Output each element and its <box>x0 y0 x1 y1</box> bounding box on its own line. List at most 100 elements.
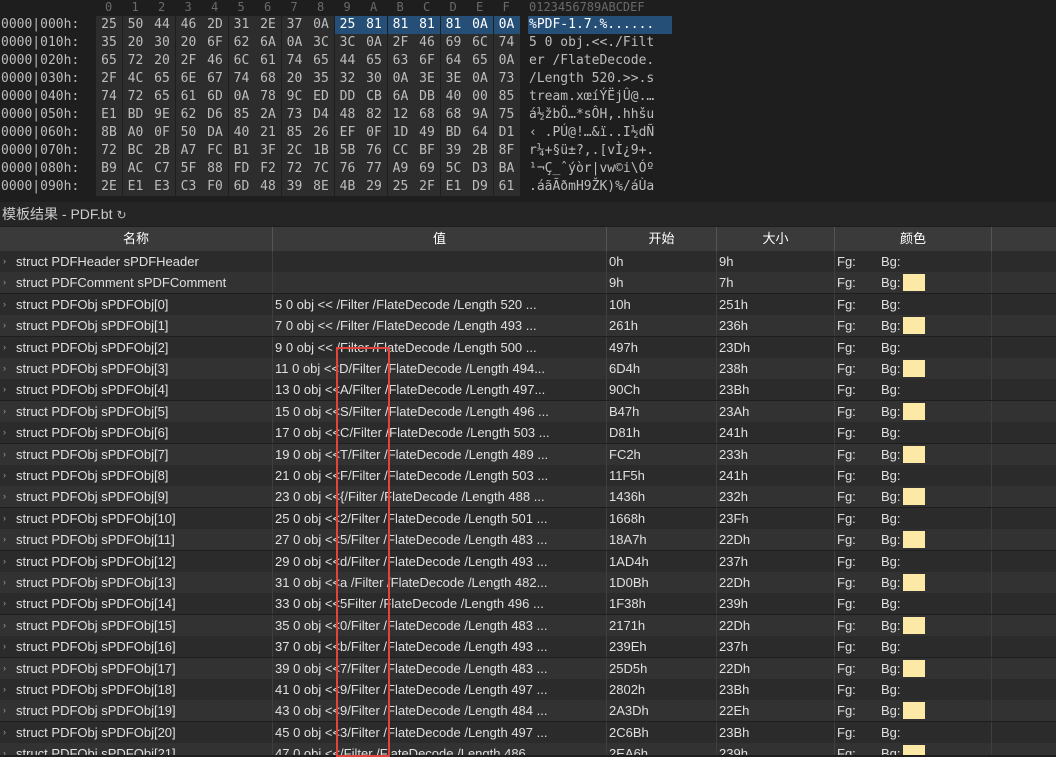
hex-byte[interactable]: 2F <box>96 70 122 88</box>
table-row[interactable]: › struct PDFObj sPDFObj[3] 11 0 obj <<D/Fi… <box>0 358 1056 379</box>
hex-byte[interactable]: 76 <box>361 142 387 160</box>
bg-color-swatch[interactable] <box>903 360 925 377</box>
hex-byte[interactable]: 85 <box>281 124 308 142</box>
hex-byte[interactable]: ED <box>308 88 334 106</box>
hex-byte[interactable]: 30 <box>149 34 175 52</box>
hex-byte[interactable]: D3 <box>467 160 493 178</box>
hex-byte[interactable]: 29 <box>361 178 387 196</box>
hex-byte[interactable]: 0A <box>493 16 520 34</box>
hex-byte[interactable]: 3F <box>255 142 281 160</box>
hex-byte[interactable]: 0A <box>467 16 493 34</box>
hex-byte[interactable]: C7 <box>149 160 175 178</box>
hex-byte[interactable]: 72 <box>96 142 122 160</box>
hex-byte[interactable]: 6E <box>175 70 202 88</box>
bg-color-swatch[interactable] <box>903 317 925 335</box>
hex-byte[interactable]: AC <box>122 160 149 178</box>
hex-byte[interactable]: 78 <box>255 88 281 106</box>
hex-byte[interactable]: 9C <box>281 88 308 106</box>
bg-color-swatch[interactable] <box>903 659 925 677</box>
hex-byte[interactable]: 61 <box>493 178 520 196</box>
hex-byte[interactable]: 3E <box>414 70 440 88</box>
hex-byte[interactable]: 64 <box>440 52 467 70</box>
results-table[interactable]: › struct PDFHeader sPDFHeader 0h 9h Fg: Bg: › s… <box>0 251 1056 755</box>
hex-byte[interactable]: D4 <box>308 106 334 124</box>
hex-byte[interactable]: E1 <box>122 178 149 196</box>
hex-byte[interactable]: 3C <box>308 34 334 52</box>
hex-byte[interactable]: 44 <box>334 52 361 70</box>
hex-byte[interactable]: 46 <box>202 52 228 70</box>
hex-byte[interactable]: 00 <box>467 88 493 106</box>
hex-byte[interactable]: 2E <box>255 16 281 34</box>
hex-byte[interactable]: 20 <box>122 34 149 52</box>
hex-byte[interactable]: 39 <box>281 178 308 196</box>
hex-byte[interactable]: 63 <box>387 52 414 70</box>
hex-byte[interactable]: 72 <box>122 88 149 106</box>
hex-byte[interactable]: CB <box>361 88 387 106</box>
hex-byte[interactable]: 0F <box>361 124 387 142</box>
hex-byte[interactable]: 81 <box>387 16 414 34</box>
hex-byte[interactable]: FC <box>202 142 228 160</box>
hex-byte[interactable]: 6D <box>202 88 228 106</box>
hex-byte[interactable]: BF <box>414 142 440 160</box>
table-row[interactable]: › struct PDFComment sPDFComment 9h 7h Fg: Bg: <box>0 272 1056 294</box>
hex-byte[interactable]: 0A <box>387 70 414 88</box>
table-row[interactable]: › struct PDFHeader sPDFHeader 0h 9h Fg: Bg: <box>0 251 1056 272</box>
hex-byte[interactable]: C3 <box>175 178 202 196</box>
hex-byte[interactable]: 0A <box>467 70 493 88</box>
hex-byte[interactable]: 76 <box>334 160 361 178</box>
hex-byte[interactable]: 0A <box>493 52 520 70</box>
hex-byte[interactable]: E3 <box>149 178 175 196</box>
hex-byte[interactable]: 50 <box>175 124 202 142</box>
hex-byte[interactable]: 2D <box>202 16 228 34</box>
hex-byte[interactable]: 2E <box>96 178 122 196</box>
hex-byte[interactable]: A9 <box>387 160 414 178</box>
hex-byte[interactable]: 0A <box>361 34 387 52</box>
hex-byte[interactable]: 67 <box>202 70 228 88</box>
hex-byte[interactable]: 73 <box>493 70 520 88</box>
table-row[interactable]: › struct PDFObj sPDFObj[12] 29 0 obj <<d/F… <box>0 550 1056 572</box>
hex-byte[interactable]: 30 <box>361 70 387 88</box>
hex-byte[interactable]: A7 <box>175 142 202 160</box>
column-header-value[interactable]: 值 <box>273 227 607 251</box>
hex-byte[interactable]: 35 <box>308 70 334 88</box>
hex-byte[interactable]: BA <box>493 160 520 178</box>
hex-byte[interactable]: 74 <box>228 70 255 88</box>
hex-byte[interactable]: 69 <box>414 160 440 178</box>
hex-byte[interactable]: A0 <box>122 124 149 142</box>
hex-byte[interactable]: 6F <box>414 52 440 70</box>
hex-byte[interactable]: 75 <box>493 106 520 124</box>
table-row[interactable]: › struct PDFObj sPDFObj[20] 45 0 obj <<3/F… <box>0 721 1056 743</box>
table-row[interactable]: › struct PDFObj sPDFObj[11] 27 0 obj <<5/F… <box>0 529 1056 551</box>
hex-byte[interactable]: 3E <box>440 70 467 88</box>
hex-byte[interactable]: 21 <box>255 124 281 142</box>
hex-byte[interactable]: 81 <box>414 16 440 34</box>
hex-byte[interactable]: FD <box>228 160 255 178</box>
hex-byte[interactable]: 20 <box>281 70 308 88</box>
hex-byte[interactable]: 65 <box>361 52 387 70</box>
hex-byte[interactable]: D1 <box>493 124 520 142</box>
hex-byte[interactable]: 48 <box>334 106 361 124</box>
hex-byte[interactable]: 3C <box>334 34 361 52</box>
hex-byte[interactable]: 81 <box>440 16 467 34</box>
hex-ascii[interactable]: tream.xœíÝËjÛ@.… <box>529 88 654 106</box>
table-row[interactable]: › struct PDFObj sPDFObj[10] 25 0 obj <<2/F… <box>0 507 1056 529</box>
hex-byte[interactable]: DA <box>202 124 228 142</box>
table-row[interactable]: › struct PDFObj sPDFObj[7] 19 0 obj <<T/Fi… <box>0 443 1056 465</box>
hex-byte[interactable]: 25 <box>334 16 361 34</box>
bg-color-swatch[interactable] <box>903 488 925 506</box>
hex-byte[interactable]: 2C <box>281 142 308 160</box>
hex-byte[interactable]: 6A <box>255 34 281 52</box>
hex-byte[interactable]: 0A <box>228 88 255 106</box>
hex-byte[interactable]: 64 <box>467 124 493 142</box>
table-row[interactable]: › struct PDFObj sPDFObj[19] 43 0 obj <<9/F… <box>0 700 1056 722</box>
hex-byte[interactable]: 61 <box>175 88 202 106</box>
hex-byte[interactable]: D6 <box>202 106 228 124</box>
hex-byte[interactable]: E1 <box>440 178 467 196</box>
hex-byte[interactable]: 8F <box>493 142 520 160</box>
hex-byte[interactable]: 74 <box>96 88 122 106</box>
column-header-color[interactable]: 颜色 <box>835 227 992 251</box>
hex-ascii[interactable]: r¼+§ü±?,.[vÌ¿9+. <box>529 142 654 160</box>
table-row[interactable]: › struct PDFObj sPDFObj[15] 35 0 obj <<0/F… <box>0 614 1056 636</box>
hex-byte[interactable]: 2B <box>149 142 175 160</box>
hex-byte[interactable]: 72 <box>122 52 149 70</box>
